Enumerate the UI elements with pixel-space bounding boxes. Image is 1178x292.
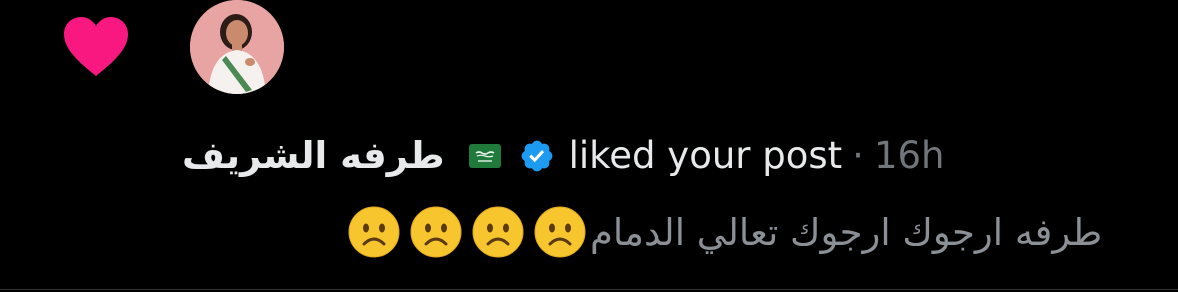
heart-icon <box>64 17 128 76</box>
avatar-image <box>190 0 284 94</box>
timestamp[interactable]: 16h <box>874 130 945 182</box>
emoji-group <box>348 206 596 258</box>
action-text: liked your post <box>568 134 843 177</box>
frowning-face-emoji-icon <box>348 206 400 258</box>
divider <box>0 289 1178 290</box>
like-notification[interactable]: طرفه الشريف liked your post · 16h طرفه ا… <box>0 0 1178 292</box>
frowning-face-emoji-icon <box>472 206 524 258</box>
frowning-face-emoji-icon <box>534 206 586 258</box>
verified-badge-icon <box>521 140 552 172</box>
username-link[interactable]: طرفه الشريف <box>182 130 445 182</box>
notification-headline: طرفه الشريف liked your post · 16h <box>182 130 944 182</box>
post-preview[interactable]: طرفه ارجوك ارجوك تعالي الدمام <box>348 206 1102 258</box>
post-text: طرفه ارجوك ارجوك تعالي الدمام <box>590 210 1103 254</box>
separator-dot: · <box>852 134 864 177</box>
avatar[interactable] <box>190 0 284 94</box>
frowning-face-emoji-icon <box>410 206 462 258</box>
saudi-flag-icon <box>468 144 501 168</box>
